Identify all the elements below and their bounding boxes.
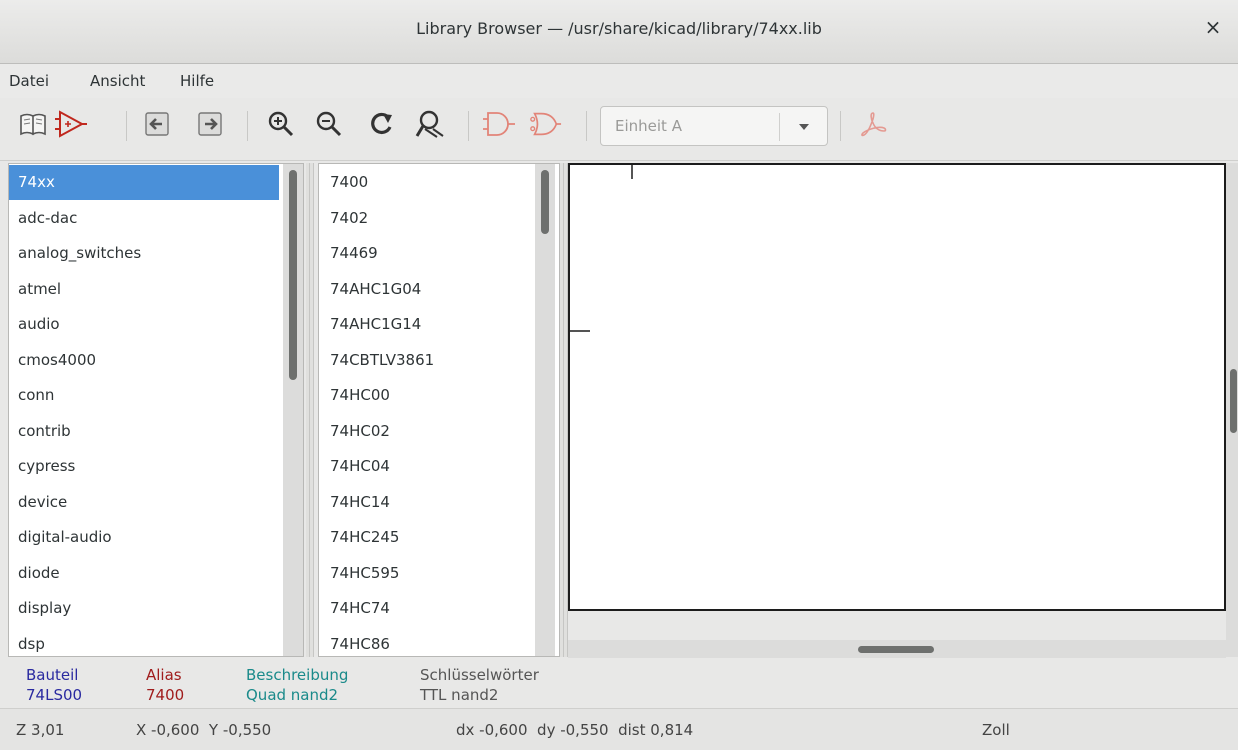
close-button[interactable]: × [1202,15,1224,39]
unit-select-value: Einheit A [615,117,682,135]
zoom-out-icon[interactable] [312,107,346,141]
part-info-panel: Bauteil Alias Beschreibung Schlüsselwört… [0,658,1238,708]
status-cursor-position: X -0,600 Y -0,550 [136,721,272,739]
scrollbar-thumb[interactable] [289,170,297,380]
part-item[interactable]: 74HC00 [319,378,533,413]
unit-select[interactable]: Einheit A [600,106,828,146]
library-item[interactable]: 74xx [9,165,279,200]
info-value-description: Quad nand2 [246,686,339,704]
select-part-icon[interactable] [54,107,88,141]
part-item[interactable]: 74HC245 [319,520,533,555]
part-item[interactable]: 7402 [319,201,533,236]
scrollbar-thumb[interactable] [541,170,549,234]
library-list-scrollbar[interactable] [283,164,303,656]
pdf-datasheet-icon[interactable] [856,107,890,141]
menu-ansicht[interactable]: Ansicht [90,72,145,90]
library-item[interactable]: digital-audio [9,520,279,555]
library-item[interactable]: display [9,591,279,626]
de-morgan-converted-icon[interactable] [528,107,562,141]
part-item[interactable]: 74HC04 [319,449,533,484]
part-item[interactable]: 74HC86 [319,627,533,657]
library-item[interactable]: dsp [9,627,279,657]
zoom-fit-icon[interactable] [412,107,446,141]
next-part-icon[interactable] [193,107,227,141]
library-item[interactable]: analog_switches [9,236,279,271]
part-item[interactable]: 74CBTLV3861 [319,343,533,378]
library-item[interactable]: audio [9,307,279,342]
canvas-vertical-scrollbar[interactable] [1226,163,1238,657]
info-header-keywords: Schlüsselwörter [420,666,539,684]
info-value-keywords: TTL nand2 [420,686,499,704]
redraw-icon[interactable] [366,107,400,141]
library-book-icon[interactable] [16,107,50,141]
library-item[interactable]: device [9,485,279,520]
part-list[interactable]: 7400 7402 74469 74AHC1G04 74AHC1G14 74CBTLV38… [318,163,560,657]
chevron-down-icon[interactable] [791,115,817,139]
info-value-part: 74LS00 [26,686,83,704]
part-item[interactable]: 74AHC1G04 [319,272,533,307]
part-item[interactable]: 74HC74 [319,591,533,626]
toolbar-separator [586,111,587,141]
info-header-alias: Alias [146,666,182,684]
library-item[interactable]: cypress [9,449,279,484]
window-title: Library Browser — /usr/share/kicad/libra… [416,19,822,38]
part-item[interactable]: 74AHC1G14 [319,307,533,342]
status-units: Zoll [982,721,1010,739]
library-item[interactable]: contrib [9,414,279,449]
scrollbar-thumb[interactable] [858,646,934,653]
canvas-drawing [570,165,633,332]
title-bar: Library Browser — /usr/share/kicad/libra… [0,0,1238,64]
symbol-preview-canvas[interactable] [568,163,1226,611]
status-zoom: Z 3,01 [16,721,65,739]
part-item[interactable]: 74HC02 [319,414,533,449]
pane-divider[interactable] [560,163,568,657]
toolbar-separator [468,111,469,141]
part-list-scrollbar[interactable] [535,164,555,656]
toolbar-separator [247,111,248,141]
library-item[interactable]: conn [9,378,279,413]
library-list[interactable]: 74xx adc-dac analog_switches atmel audio cmos… [8,163,304,657]
menu-datei[interactable]: Datei [9,72,49,90]
library-item[interactable]: cmos4000 [9,343,279,378]
status-delta: dx -0,600 dy -0,550 dist 0,814 [456,721,694,739]
toolbar: Einheit A [0,98,1238,161]
zoom-in-icon[interactable] [264,107,298,141]
library-item[interactable]: adc-dac [9,201,279,236]
library-item[interactable]: diode [9,556,279,591]
menu-hilfe[interactable]: Hilfe [180,72,214,90]
toolbar-separator [126,111,127,141]
toolbar-separator [840,111,841,141]
part-item[interactable]: 74469 [319,236,533,271]
part-item[interactable]: 74HC14 [319,485,533,520]
canvas-horizontal-scrollbar[interactable] [568,640,1226,658]
info-header-description: Beschreibung [246,666,349,684]
menu-bar: Datei Ansicht Hilfe [0,64,1238,98]
combo-divider [779,113,780,141]
scrollbar-thumb[interactable] [1230,369,1237,433]
library-item[interactable]: atmel [9,272,279,307]
previous-part-icon[interactable] [140,107,174,141]
info-value-alias: 7400 [146,686,185,704]
info-header-part: Bauteil [26,666,79,684]
part-item[interactable]: 74HC595 [319,556,533,591]
pane-divider[interactable] [306,163,314,657]
part-item[interactable]: 7400 [319,165,533,200]
status-bar: Z 3,01 X -0,600 Y -0,550 dx -0,600 dy -0… [0,708,1238,750]
de-morgan-normal-icon[interactable] [482,107,516,141]
